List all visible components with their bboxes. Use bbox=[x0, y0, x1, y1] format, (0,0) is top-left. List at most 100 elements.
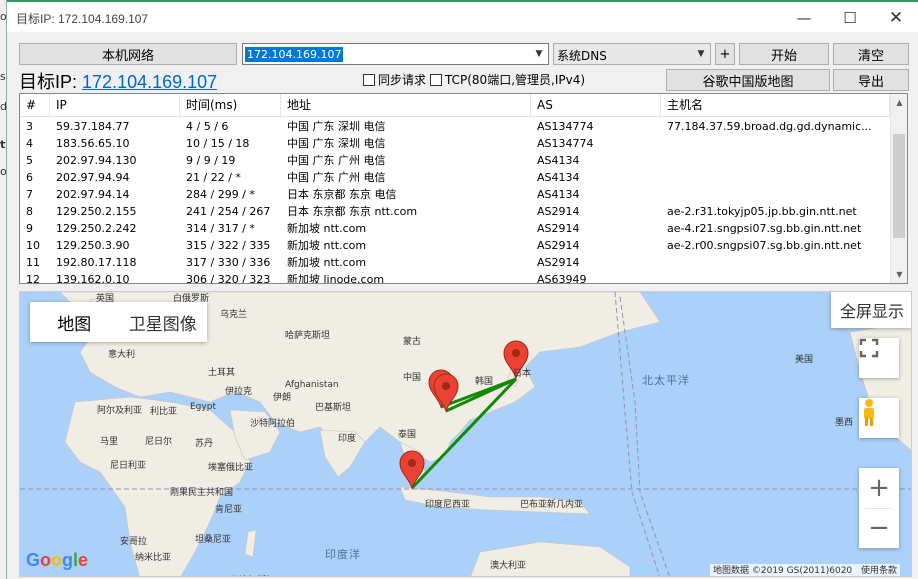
map-country-label: 纳米比亚 bbox=[135, 553, 172, 563]
hop-cell: AS134774 bbox=[537, 120, 594, 133]
map-country-label: 意大利 bbox=[108, 350, 136, 360]
checkbox-box[interactable] bbox=[430, 73, 442, 86]
map-country-label: 阿尔及利亚 bbox=[97, 406, 143, 416]
hop-row[interactable]: 10 129.250.3.90 315 / 322 / 335 新加坡 ntt.com… bbox=[20, 237, 890, 254]
hop-cell: 315 / 322 / 335 bbox=[186, 239, 271, 252]
map-country-label: 韩国 bbox=[475, 377, 494, 387]
start-button[interactable]: 开始 bbox=[739, 43, 829, 65]
tcp-checkbox[interactable]: TCP(80端口,管理员,IPv4) bbox=[430, 71, 585, 88]
chevron-down-icon[interactable]: ▼ bbox=[532, 47, 546, 61]
hop-row[interactable]: 12 139.162.0.10 306 / 320 / 323 新加坡 linode.… bbox=[20, 271, 890, 284]
hop-row[interactable]: 9 129.250.2.242 314 / 317 / * 新加坡 ntt.com AS… bbox=[20, 220, 890, 237]
column-header[interactable]: # bbox=[20, 94, 50, 117]
local-network-button[interactable]: 本机网络 bbox=[19, 43, 237, 65]
vertical-scrollbar[interactable]: ▲ ▼ bbox=[890, 94, 907, 283]
map-country-label: Egypt bbox=[190, 402, 216, 412]
column-header[interactable]: 时间(ms) bbox=[180, 94, 281, 117]
hop-cell: 中国 广东 深圳 电信 bbox=[287, 120, 386, 133]
hop-cell: 314 / 317 / * bbox=[186, 222, 255, 235]
hop-cell: 中国 广东 深圳 电信 bbox=[287, 137, 386, 150]
tracert-window: 目标IP: 172.104.169.107 — ☐ ✕ 本机网络 172.104… bbox=[6, 0, 918, 579]
scroll-up-icon[interactable]: ▲ bbox=[891, 94, 907, 111]
sync-request-checkbox[interactable]: 同步请求 bbox=[363, 71, 426, 88]
hop-cell bbox=[661, 169, 890, 186]
hop-cell: 日本 东京都 东京 电信 bbox=[287, 188, 397, 201]
close-button[interactable]: ✕ bbox=[873, 4, 918, 32]
hop-row[interactable]: 4 183.56.65.10 10 / 15 / 18 中国 广东 深圳 电信 AS13… bbox=[20, 135, 890, 152]
map-ocean-label: 北太平洋 bbox=[642, 374, 690, 387]
target-ip-combobox[interactable]: 172.104.169.107 ▼ bbox=[242, 43, 549, 65]
hop-row[interactable]: 3 59.37.184.77 4 / 5 / 6 中国 广东 深圳 电信 AS13477… bbox=[20, 118, 890, 135]
checkbox-box[interactable] bbox=[363, 73, 375, 86]
fullscreen-text-button[interactable]: 全屏显示 bbox=[831, 292, 911, 328]
zoom-out-button[interactable]: − bbox=[868, 508, 890, 548]
map-type-satellite-button[interactable]: 卫星图像 bbox=[119, 302, 208, 342]
hop-cell: 129.250.3.90 bbox=[56, 239, 130, 252]
dns-select[interactable]: 系统DNS ▼ bbox=[553, 43, 711, 65]
hop-cell: 10 / 15 / 18 bbox=[186, 137, 250, 150]
street-view-button[interactable] bbox=[859, 398, 899, 438]
title-bar[interactable]: 目标IP: 172.104.169.107 — ☐ ✕ bbox=[7, 2, 918, 32]
map-country-label: 蒙古 bbox=[403, 337, 422, 347]
hop-cell: ae-4.r21.sngpsi07.sg.bb.gin.ntt.net bbox=[667, 222, 862, 235]
hop-cell: 新加坡 ntt.com bbox=[287, 256, 367, 269]
fullscreen-toggle-button[interactable] bbox=[859, 338, 899, 378]
hop-list[interactable]: # IP 时间(ms) 地址 AS 主机名 3 59.37.184.77 4 / 5 / 6 中… bbox=[19, 93, 908, 284]
map-country-label: 安哥拉 bbox=[120, 537, 148, 547]
export-button[interactable]: 导出 bbox=[833, 69, 909, 91]
hop-cell: 202.97.94.94 bbox=[56, 171, 130, 184]
target-ip-heading: 目标IP: 172.104.169.107 bbox=[19, 68, 217, 94]
zoom-control: + − bbox=[859, 468, 899, 548]
target-ip-input[interactable]: 172.104.169.107 bbox=[245, 47, 344, 62]
bg-text: s bbox=[0, 70, 6, 83]
hop-cell: 9 / 9 / 19 bbox=[186, 154, 236, 167]
hop-cell: 21 / 22 / * bbox=[186, 171, 241, 184]
scrollbar-thumb[interactable] bbox=[893, 134, 905, 238]
pegman-icon bbox=[864, 399, 874, 426]
hop-cell: AS2914 bbox=[537, 239, 580, 252]
scroll-down-icon[interactable]: ▼ bbox=[891, 266, 907, 283]
hop-cell: AS4134 bbox=[537, 188, 580, 201]
sync-request-label: 同步请求 bbox=[378, 73, 427, 87]
window-title: 目标IP: 172.104.169.107 bbox=[16, 12, 149, 26]
column-header[interactable]: AS bbox=[531, 94, 661, 117]
column-header[interactable]: 主机名 bbox=[661, 94, 890, 117]
clear-button[interactable]: 清空 bbox=[833, 43, 909, 65]
minimize-button[interactable]: — bbox=[781, 4, 827, 32]
map-country-label: 尼日尔 bbox=[145, 437, 173, 447]
hop-cell bbox=[661, 254, 890, 271]
hop-cell: 8 bbox=[26, 205, 33, 218]
map-country-label: 巴布亚新几内亚 bbox=[520, 500, 584, 510]
hop-row[interactable]: 5 202.97.94.130 9 / 9 / 19 中国 广东 广州 电信 AS413… bbox=[20, 152, 890, 169]
hop-row[interactable]: 6 202.97.94.94 21 / 22 / * 中国 广东 广州 电信 AS413… bbox=[20, 169, 890, 186]
terms-link[interactable]: 使用条款 bbox=[861, 566, 897, 576]
hop-row[interactable]: 11 192.80.17.118 317 / 330 / 336 新加坡 ntt.co… bbox=[20, 254, 890, 271]
hop-cell: 59.37.184.77 bbox=[56, 120, 130, 133]
hop-cell: 129.250.2.155 bbox=[56, 205, 137, 218]
add-button[interactable]: + bbox=[715, 43, 735, 65]
hop-cell: 306 / 320 / 323 bbox=[186, 273, 271, 284]
chevron-down-icon[interactable]: ▼ bbox=[694, 47, 708, 61]
map-country-label: 哈萨克斯坦 bbox=[285, 331, 331, 341]
column-header[interactable]: 地址 bbox=[281, 94, 531, 117]
map-type-map-button[interactable]: 地图 bbox=[30, 302, 119, 342]
hop-cell: AS2914 bbox=[537, 205, 580, 218]
hop-cell: AS4134 bbox=[537, 154, 580, 167]
hop-cell: 9 bbox=[26, 222, 33, 235]
column-header[interactable]: IP bbox=[50, 94, 180, 117]
zoom-in-button[interactable]: + bbox=[868, 468, 890, 508]
hop-cell: 139.162.0.10 bbox=[56, 273, 130, 284]
hop-row[interactable]: 7 202.97.94.14 284 / 299 / * 日本 东京都 东京 电信 AS… bbox=[20, 186, 890, 203]
maximize-button[interactable]: ☐ bbox=[827, 4, 873, 32]
hop-cell: 77.184.37.59.broad.dg.gd.dynamic... bbox=[667, 120, 872, 133]
map-country-label: 墨西 bbox=[835, 418, 854, 428]
map-country-label: 利比亚 bbox=[150, 407, 178, 417]
google-map-button[interactable]: 谷歌中国版地图 bbox=[666, 69, 830, 91]
hop-row[interactable]: 8 129.250.2.155 241 / 254 / 267 日本 东京都 东京 n… bbox=[20, 203, 890, 220]
route-map[interactable]: 英国 白俄罗斯 乌克兰 哈萨克斯坦 蒙古 意大利 土耳其 伊拉克 Afghanistan 伊朗 巴基… bbox=[19, 291, 912, 577]
target-ip-link[interactable]: 172.104.169.107 bbox=[82, 72, 217, 92]
map-country-label: 伊朗 bbox=[273, 393, 292, 403]
hop-cell: 日本 东京都 东京 ntt.com bbox=[287, 205, 418, 218]
hop-cell: 3 bbox=[26, 120, 33, 133]
hop-cell: 202.97.94.14 bbox=[56, 188, 130, 201]
